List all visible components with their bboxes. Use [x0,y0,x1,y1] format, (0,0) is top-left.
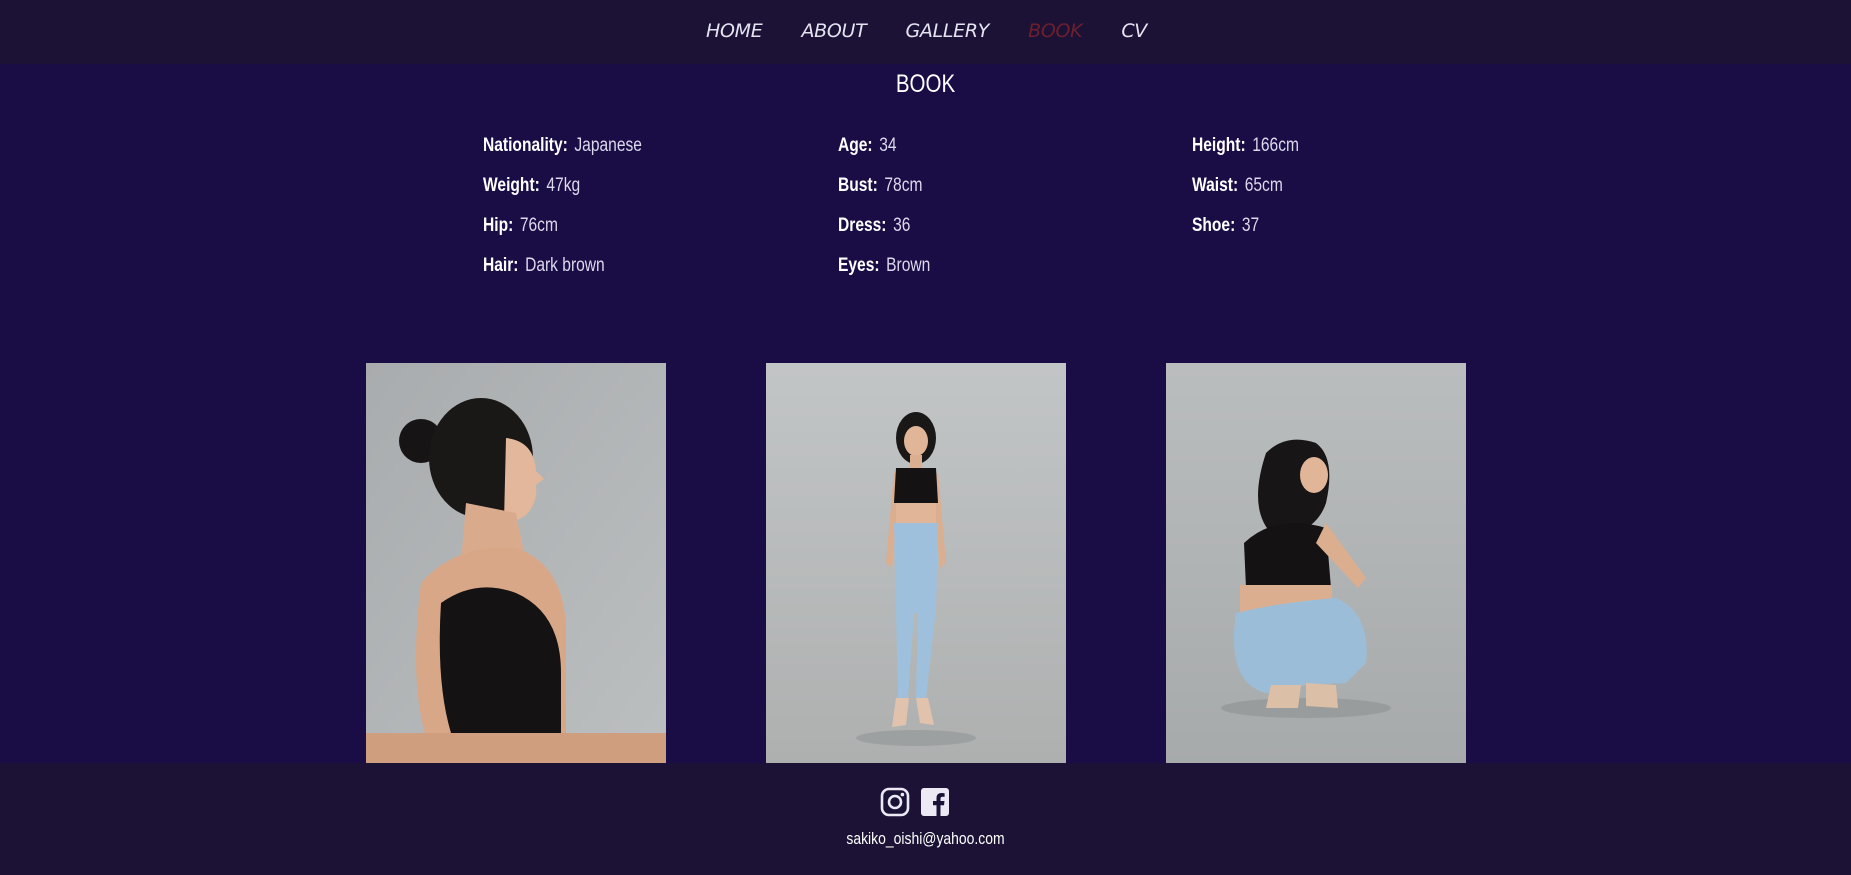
stat-value: 37 [1241,215,1260,236]
stat-height: Height: 166cm [1192,132,1299,160]
stat-value: 78cm [884,175,923,196]
stat-hip: Hip: 76cm [483,212,558,240]
stat-value: 36 [893,215,911,236]
stat-eyes: Eyes: Brown [838,252,930,280]
stat-value: 65cm [1244,175,1283,196]
stat-label: Height: [1192,135,1246,156]
stat-value: 47kg [546,175,581,196]
nav-about-link[interactable]: ABOUT [801,20,866,42]
stat-dress: Dress: 36 [838,212,910,240]
stat-value: 34 [879,135,897,156]
photo-crouching[interactable] [1166,363,1466,763]
contact-email[interactable]: sakiko_oishi@yahoo.com [167,827,1685,851]
stat-value: Dark brown [525,255,605,276]
stat-waist: Waist: 65cm [1192,172,1283,200]
social-links [880,787,950,817]
nav-list: HOME ABOUT GALLERY BOOK CV [706,20,1147,42]
footer: sakiko_oishi@yahoo.com [0,763,1851,875]
nav-gallery-link[interactable]: GALLERY [905,20,989,42]
instagram-icon[interactable] [880,787,910,817]
photo-profile-image [366,363,666,763]
stat-label: Hair: [483,255,519,276]
nav-book-link[interactable]: BOOK [1028,20,1083,42]
stat-bust: Bust: 78cm [838,172,922,200]
stat-value: Brown [886,255,931,276]
photo-profile[interactable] [366,363,666,763]
nav-cv-link[interactable]: CV [1121,20,1147,42]
photo-crouching-image [1166,363,1466,763]
stat-value: 76cm [519,215,558,236]
stat-label: Weight: [483,175,540,196]
stat-label: Waist: [1192,175,1239,196]
stat-hair: Hair: Dark brown [483,252,605,280]
photo-full-body[interactable] [766,363,1066,763]
stat-shoe: Shoe: 37 [1192,212,1259,240]
photo-gallery [366,363,1466,763]
page-title: BOOK [895,70,956,98]
stat-label: Hip: [483,215,514,236]
top-navigation: HOME ABOUT GALLERY BOOK CV [0,0,1851,64]
stat-nationality: Nationality: Japanese [483,132,642,160]
nav-home-link[interactable]: HOME [706,20,763,42]
photo-full-body-image [766,363,1066,763]
stat-value: Japanese [574,135,642,156]
stat-weight: Weight: 47kg [483,172,580,200]
stat-label: Dress: [838,215,887,236]
stat-age: Age: 34 [838,132,897,160]
stat-label: Age: [838,135,873,156]
stat-value: 166cm [1252,135,1299,156]
stat-label: Shoe: [1192,215,1236,236]
stat-label: Bust: [838,175,878,196]
stat-label: Nationality: [483,135,568,156]
stat-label: Eyes: [838,255,880,276]
facebook-icon[interactable] [920,787,950,817]
